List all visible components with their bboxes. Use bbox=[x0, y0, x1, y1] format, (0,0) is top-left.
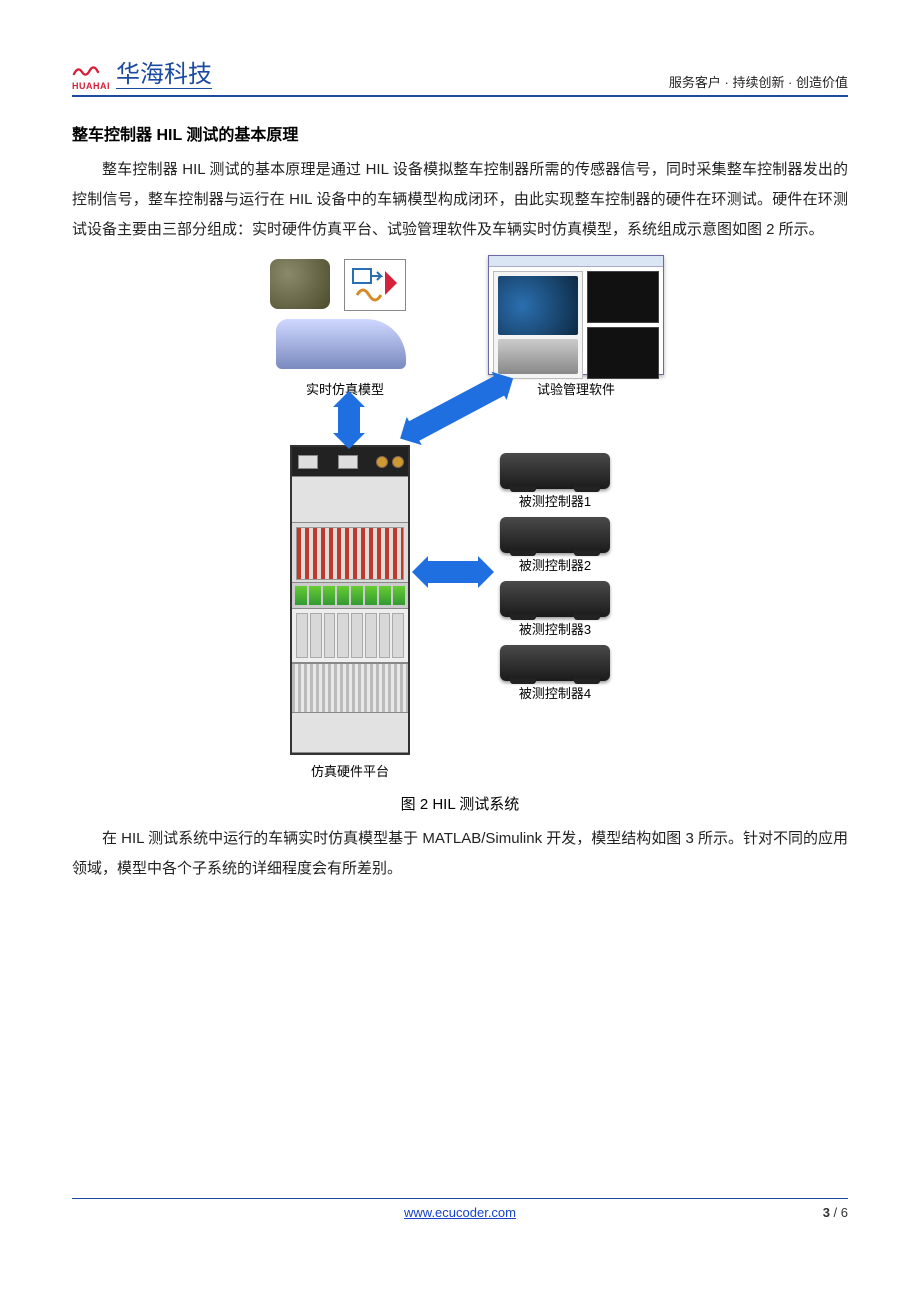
page-current: 3 bbox=[823, 1205, 830, 1220]
arrow-rack-to-ecu-icon bbox=[426, 561, 480, 583]
page-header: HUAHAI 华海科技 服务客户 · 持续创新 · 创造价值 bbox=[72, 60, 848, 97]
car-model-icon bbox=[276, 319, 406, 369]
logo-text: 华海科技 bbox=[116, 62, 212, 89]
sim-model-images bbox=[270, 255, 420, 375]
ecu-1: 被测控制器1 bbox=[500, 453, 610, 510]
ecu-icon bbox=[500, 645, 610, 681]
ecu-2: 被测控制器2 bbox=[500, 517, 610, 574]
ecu-icon bbox=[500, 517, 610, 553]
footer-link[interactable]: www.ecucoder.com bbox=[331, 1205, 590, 1220]
ecu-4-label: 被测控制器4 bbox=[519, 683, 591, 702]
ecu-3: 被测控制器3 bbox=[500, 581, 610, 638]
engine-icon bbox=[270, 259, 330, 309]
logo-pinyin: HUAHAI bbox=[72, 82, 110, 91]
ecu-icon bbox=[500, 453, 610, 489]
hil-system-diagram: 实时仿真模型 试验管理软件 bbox=[240, 255, 680, 785]
ecu-3-label: 被测控制器3 bbox=[519, 619, 591, 638]
mgmt-software-caption: 试验管理软件 bbox=[508, 379, 644, 398]
figure-caption: 图 2 HIL 测试系统 bbox=[401, 793, 520, 814]
mgmt-software-window bbox=[488, 255, 664, 375]
arrow-sim-to-rack-icon bbox=[338, 405, 360, 435]
ecu-1-label: 被测控制器1 bbox=[519, 491, 591, 510]
dashboard-pane-icon bbox=[493, 271, 583, 379]
rack-slots-icon bbox=[292, 609, 408, 663]
header-tagline: 服务客户 · 持续创新 · 创造价值 bbox=[669, 72, 848, 91]
hardware-rack bbox=[290, 445, 410, 755]
hw-platform-caption: 仿真硬件平台 bbox=[280, 761, 420, 780]
rack-modules-icon bbox=[292, 583, 408, 609]
logo-mark-icon: HUAHAI bbox=[72, 60, 110, 91]
logo: HUAHAI 华海科技 bbox=[72, 60, 212, 91]
figure-2: 实时仿真模型 试验管理软件 bbox=[72, 255, 848, 814]
section-title: 整车控制器 HIL 测试的基本原理 bbox=[72, 121, 848, 145]
data-panels-icon bbox=[587, 271, 659, 379]
section-paragraph: 整车控制器 HIL 测试的基本原理是通过 HIL 设备模拟整车控制器所需的传感器… bbox=[72, 155, 848, 245]
page-total: 6 bbox=[841, 1205, 848, 1220]
section2-paragraph: 在 HIL 测试系统中运行的车辆实时仿真模型基于 MATLAB/Simulink… bbox=[72, 824, 848, 884]
page-footer: www.ecucoder.com 3 / 6 bbox=[72, 1198, 848, 1220]
rack-top-unit-icon bbox=[292, 447, 408, 477]
ecu-4: 被测控制器4 bbox=[500, 645, 610, 702]
page-number: 3 / 6 bbox=[823, 1205, 848, 1220]
ecu-icon bbox=[500, 581, 610, 617]
simulink-block-icon bbox=[344, 259, 406, 311]
rack-vent-icon bbox=[292, 663, 408, 713]
window-titlebar-icon bbox=[489, 256, 663, 267]
rack-io-grid-icon bbox=[292, 523, 408, 583]
page-sep: / bbox=[830, 1205, 841, 1220]
ecu-2-label: 被测控制器2 bbox=[519, 555, 591, 574]
